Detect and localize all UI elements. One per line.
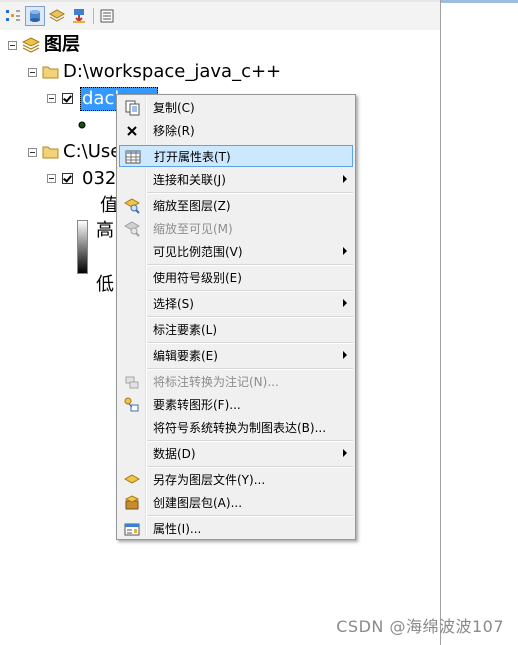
menu-item-save-layer-label: 另存为图层文件(Y)...	[153, 473, 266, 487]
collapse-group1-toggle[interactable]	[28, 68, 37, 77]
toc-toolbar	[0, 2, 440, 30]
layer-file-icon	[123, 471, 141, 489]
menu-separator	[147, 466, 353, 468]
zoom-to-layer-icon	[123, 197, 141, 215]
menu-item-zoom-to-layer-label: 缩放至图层(Z)	[153, 199, 231, 213]
user-folder-label[interactable]: C:\Use	[63, 141, 121, 163]
zoom-to-visible-icon	[123, 220, 141, 238]
menu-item-convert-features-to-graphics[interactable]: 要素转图形(F)...	[119, 394, 353, 416]
submenu-arrow-icon	[343, 351, 347, 359]
menu-item-save-as-layer-file[interactable]: 另存为图层文件(Y)...	[119, 469, 353, 491]
collapse-root-toggle[interactable]	[8, 41, 17, 50]
list-drawing-order-icon	[6, 10, 20, 21]
window-accent	[440, 0, 518, 3]
collapse-layer2-toggle[interactable]	[47, 174, 56, 183]
menu-item-open-attribute-table-label: 打开属性表(T)	[154, 150, 231, 164]
database-icon	[30, 10, 40, 22]
menu-separator	[147, 192, 353, 194]
menu-item-label-features[interactable]: 标注要素(L)	[119, 319, 353, 341]
menu-item-convert-symbology[interactable]: 将符号系统转换为制图表达(B)...	[119, 417, 353, 439]
layer-context-menu: 复制(C) 移除(R) 打开属性表(T) 连接和关联(J) 缩放至图层(Z) 缩…	[116, 94, 356, 540]
menu-item-convert-labels-to-annotation[interactable]: 将标注转换为注记(N)...	[119, 371, 353, 393]
menu-item-edit-features-label: 编辑要素(E)	[153, 349, 218, 363]
list-by-drawing-order-button[interactable]	[4, 7, 22, 25]
layer1-visibility-checkbox[interactable]	[62, 93, 73, 104]
folder-icon	[42, 146, 59, 159]
menu-item-edit-features[interactable]: 编辑要素(E)	[119, 345, 353, 367]
menu-item-convert-graphics-label: 要素转图形(F)...	[153, 398, 241, 412]
collapse-group2-toggle[interactable]	[28, 148, 37, 157]
menu-item-create-package-label: 创建图层包(A)...	[153, 496, 243, 510]
menu-item-label-features-label: 标注要素(L)	[153, 323, 218, 337]
menu-item-open-attribute-table[interactable]: 打开属性表(T)	[119, 145, 353, 167]
convert-labels-icon	[123, 373, 141, 391]
menu-item-convert-labels-label: 将标注转换为注记(N)...	[153, 375, 279, 389]
menu-item-selection-label: 选择(S)	[153, 297, 194, 311]
menu-separator	[147, 368, 353, 370]
menu-item-symbol-levels-label: 使用符号级别(E)	[153, 271, 242, 285]
submenu-arrow-icon	[343, 299, 347, 307]
menu-item-copy-label: 复制(C)	[153, 101, 195, 115]
folder-icon	[42, 66, 59, 79]
menu-item-convert-symbology-label: 将符号系统转换为制图表达(B)...	[153, 421, 327, 435]
menu-separator	[147, 440, 353, 442]
legend-high-label: 高	[96, 220, 114, 241]
list-by-source-button[interactable]	[25, 6, 45, 26]
layers-icon	[49, 9, 65, 22]
menu-item-joins-relates[interactable]: 连接和关联(J)	[119, 169, 353, 191]
remove-x-icon	[123, 122, 141, 140]
attribute-table-icon	[124, 148, 142, 166]
panel-right-border	[440, 0, 441, 645]
menu-separator	[147, 290, 353, 292]
submenu-arrow-icon	[343, 175, 347, 183]
toolbar-separator	[93, 8, 94, 24]
csdn-watermark: CSDN @海绵波波107	[336, 617, 504, 636]
menu-item-data-label: 数据(D)	[153, 447, 196, 461]
menu-item-visible-scale-range-label: 可见比例范围(V)	[153, 245, 243, 259]
submenu-arrow-icon	[343, 247, 347, 255]
point-symbol-icon	[78, 121, 86, 129]
layer2-visibility-checkbox[interactable]	[62, 173, 73, 184]
menu-separator	[147, 316, 353, 318]
menu-separator	[147, 515, 353, 517]
collapse-layer1-toggle[interactable]	[47, 94, 56, 103]
options-button[interactable]	[98, 7, 116, 25]
menu-item-copy[interactable]: 复制(C)	[119, 97, 353, 119]
menu-item-remove-label: 移除(R)	[153, 124, 195, 138]
menu-item-create-layer-package[interactable]: 创建图层包(A)...	[119, 492, 353, 514]
menu-item-visible-scale-range[interactable]: 可见比例范围(V)	[119, 241, 353, 263]
menu-item-joins-relates-label: 连接和关联(J)	[153, 173, 226, 187]
menu-item-properties-label: 属性(I)...	[153, 522, 202, 536]
menu-item-zoom-to-layer[interactable]: 缩放至图层(Z)	[119, 195, 353, 217]
list-by-selection-button[interactable]	[70, 7, 88, 25]
layer2-label[interactable]: 032	[82, 168, 116, 190]
menu-separator	[147, 342, 353, 344]
layer-package-icon	[123, 494, 141, 512]
menu-item-symbol-levels[interactable]: 使用符号级别(E)	[119, 267, 353, 289]
menu-item-zoom-to-visible[interactable]: 缩放至可见(M)	[119, 218, 353, 240]
grayscale-color-ramp	[77, 220, 88, 274]
options-list-icon	[100, 9, 114, 23]
legend-low-label: 低	[96, 274, 114, 295]
menu-item-data[interactable]: 数据(D)	[119, 443, 353, 465]
copy-icon	[123, 99, 141, 117]
menu-item-remove[interactable]: 移除(R)	[119, 120, 353, 142]
list-by-visibility-button[interactable]	[48, 7, 66, 25]
properties-icon	[123, 520, 141, 538]
convert-graphics-icon	[123, 396, 141, 414]
workspace-folder-label[interactable]: D:\workspace_java_c++	[63, 61, 281, 83]
submenu-arrow-icon	[343, 449, 347, 457]
root-layers-label[interactable]: 图层	[44, 34, 80, 56]
menu-item-zoom-to-visible-label: 缩放至可见(M)	[153, 222, 233, 236]
selection-icon	[73, 9, 85, 23]
menu-item-properties[interactable]: 属性(I)...	[119, 518, 353, 540]
layers-icon	[22, 37, 40, 53]
menu-item-selection[interactable]: 选择(S)	[119, 293, 353, 315]
menu-separator	[147, 264, 353, 266]
